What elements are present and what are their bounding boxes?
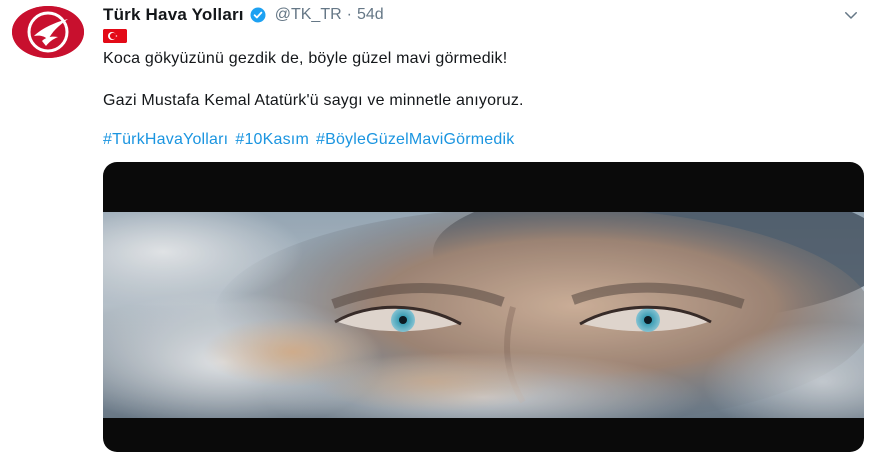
verified-badge-icon [250, 7, 266, 23]
display-name[interactable]: Türk Hava Yolları [103, 5, 244, 25]
tweet-text-line-2: Gazi Mustafa Kemal Atatürk'ü saygı ve mi… [103, 92, 524, 109]
video-thumbnail[interactable] [103, 212, 864, 418]
video-player[interactable] [103, 162, 864, 452]
tweet-text-line-1: Koca gökyüzünü gezdik de, böyle güzel ma… [103, 50, 508, 67]
account-avatar[interactable] [12, 6, 84, 58]
hashtag-link[interactable]: #TürkHavaYolları [103, 131, 228, 149]
tweet-timestamp[interactable]: 54d [357, 6, 384, 24]
header-separator: · [346, 6, 352, 23]
turkey-flag-icon [103, 29, 127, 43]
tweet[interactable]: Türk Hava Yolları @TK_TR · 54d Koca göky… [0, 0, 880, 452]
chevron-down-icon[interactable] [842, 6, 860, 24]
hashtag-link[interactable]: #10Kasım [235, 131, 309, 149]
turkish-airlines-logo-icon [12, 6, 84, 58]
user-handle[interactable]: @TK_TR [275, 6, 342, 24]
tweet-header: Türk Hava Yolları @TK_TR · 54d [103, 4, 384, 26]
hashtag-list: #TürkHavaYolları #10Kasım #BöyleGüzelMav… [103, 131, 514, 149]
hashtag-link[interactable]: #BöyleGüzelMaviGörmedik [316, 131, 514, 149]
